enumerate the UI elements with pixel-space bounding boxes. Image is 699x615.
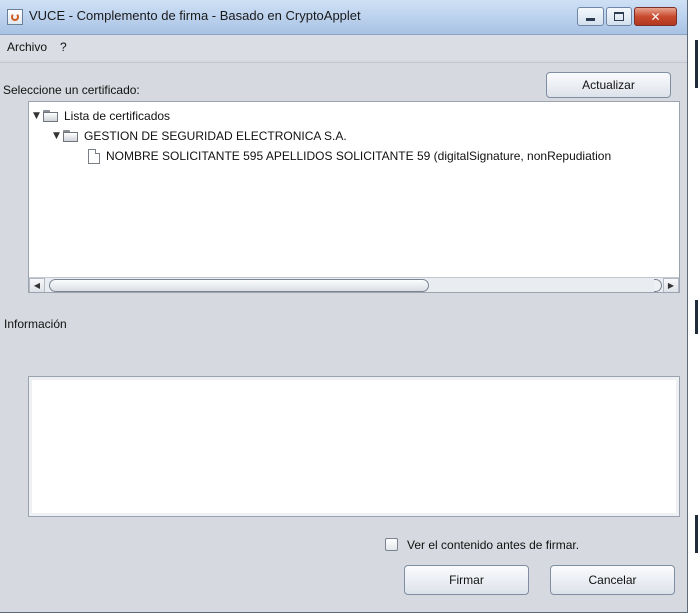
menu-separator (0, 62, 687, 63)
expanded-toggle-icon[interactable]: ▼ (33, 111, 43, 121)
background-divider (695, 40, 698, 88)
tree-node-root[interactable]: ▼ Lista de certificados (33, 107, 170, 125)
scroll-left-arrow-icon[interactable]: ◀ (29, 278, 45, 292)
folder-open-icon (63, 129, 79, 143)
scrollbar-track-end (654, 279, 662, 292)
background-divider (695, 515, 698, 553)
close-button[interactable]: ✕ (634, 7, 677, 26)
certificate-tree[interactable]: ▼ Lista de certificados ▼ GESTION DE SEG… (28, 101, 680, 293)
folder-open-icon (43, 109, 59, 123)
dialog-window: VUCE - Complemento de firma - Basado en … (0, 0, 688, 613)
horizontal-scrollbar[interactable]: ◀ ▶ (29, 277, 679, 292)
maximize-icon (614, 12, 624, 21)
view-content-checkbox[interactable] (385, 538, 398, 551)
menu-help[interactable]: ? (60, 40, 67, 54)
cancel-button[interactable]: Cancelar (550, 565, 675, 595)
window-title: VUCE - Complemento de firma - Basado en … (29, 8, 361, 23)
tree-certificate-label: NOMBRE SOLICITANTE 595 APELLIDOS SOLICIT… (106, 149, 612, 163)
view-content-label[interactable]: Ver el contenido antes de firmar. (407, 538, 579, 552)
menu-archivo[interactable]: Archivo (7, 40, 47, 54)
tree-root-label: Lista de certificados (64, 109, 171, 123)
background-divider (695, 300, 698, 334)
select-certificate-label: Seleccione un certificado: (3, 83, 140, 97)
close-icon: ✕ (650, 9, 661, 24)
menu-bar: Archivo ? (0, 35, 687, 60)
sign-button[interactable]: Firmar (404, 565, 529, 595)
java-cup-icon (7, 9, 23, 25)
information-text-area[interactable] (28, 376, 680, 517)
expanded-toggle-icon[interactable]: ▼ (53, 131, 63, 141)
scrollbar-thumb[interactable] (49, 279, 429, 292)
maximize-button[interactable] (606, 7, 632, 26)
refresh-button[interactable]: Actualizar (546, 72, 671, 98)
title-bar[interactable]: VUCE - Complemento de firma - Basado en … (0, 0, 687, 35)
information-label: Información (4, 317, 67, 331)
tree-issuer-label: GESTION DE SEGURIDAD ELECTRONICA S.A. (84, 129, 347, 143)
document-icon (88, 148, 100, 164)
tree-node-issuer[interactable]: ▼ GESTION DE SEGURIDAD ELECTRONICA S.A. (53, 127, 347, 145)
minimize-button[interactable] (577, 7, 604, 26)
scroll-right-arrow-icon[interactable]: ▶ (663, 278, 679, 292)
minimize-icon (586, 17, 595, 21)
tree-node-certificate[interactable]: NOMBRE SOLICITANTE 595 APELLIDOS SOLICIT… (88, 147, 611, 165)
